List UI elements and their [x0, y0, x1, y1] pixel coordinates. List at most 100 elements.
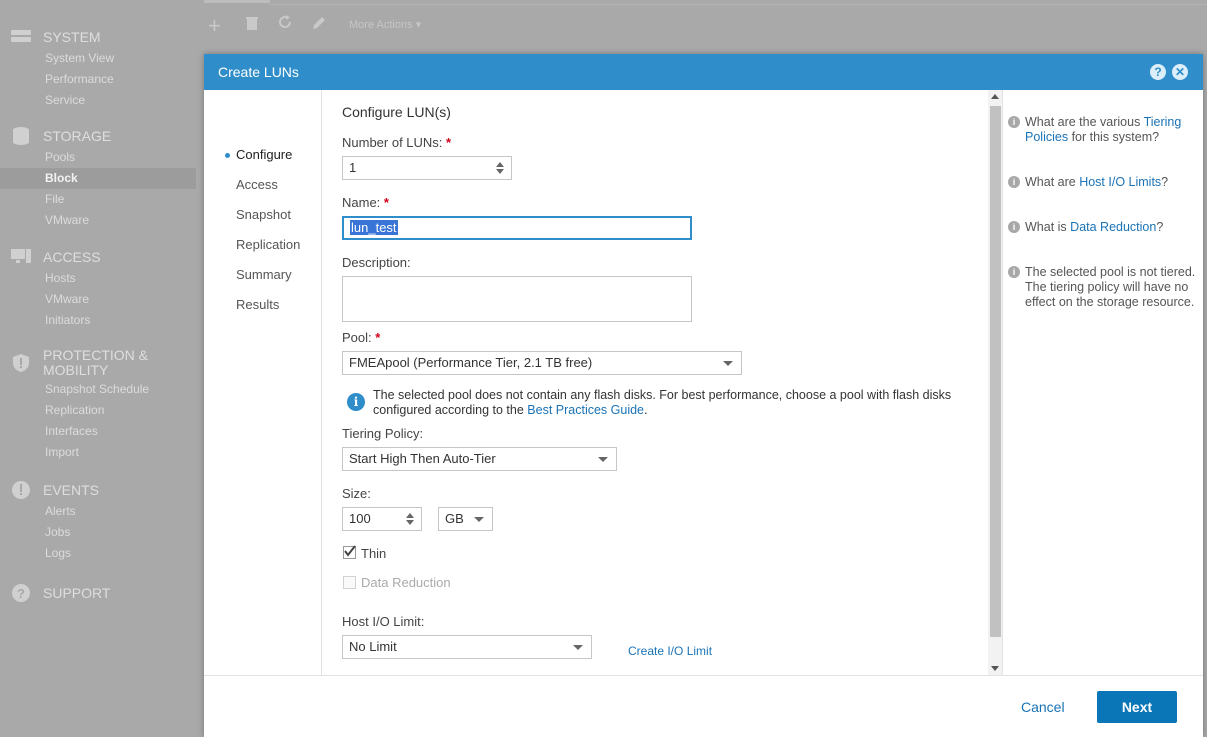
description-textarea[interactable] — [342, 276, 692, 322]
nav-item-logs[interactable]: Logs — [0, 543, 196, 564]
step-configure[interactable]: Configure — [236, 147, 292, 162]
data-reduction-label: Data Reduction — [361, 575, 451, 590]
chevron-down-icon — [573, 645, 583, 650]
tiering-select[interactable]: Start High Then Auto-Tier — [342, 447, 617, 471]
database-icon — [10, 126, 32, 146]
nav-item-vmware-access[interactable]: VMware — [0, 289, 196, 310]
nav-section-support: ? SUPPORT — [0, 582, 196, 604]
nav-section-system: SYSTEM System View Performance Service — [0, 26, 196, 111]
description-label: Description: — [342, 255, 411, 270]
thin-checkbox[interactable] — [343, 545, 356, 559]
step-snapshot[interactable]: Snapshot — [236, 207, 291, 222]
nav-item-interfaces[interactable]: Interfaces — [0, 421, 196, 442]
host-io-limits-link[interactable]: Host I/O Limits — [1079, 175, 1161, 189]
name-label: Name: * — [342, 195, 389, 210]
size-stepper[interactable]: 100 — [342, 507, 422, 531]
step-replication[interactable]: Replication — [236, 237, 300, 252]
refresh-icon[interactable] — [277, 14, 293, 35]
form-scrollbar[interactable] — [988, 90, 1002, 675]
shield-icon — [10, 353, 32, 373]
alert-icon — [10, 480, 32, 500]
pool-label: Pool: * — [342, 330, 381, 345]
nav-item-performance[interactable]: Performance — [0, 69, 196, 90]
required-mark: * — [446, 135, 452, 150]
nav-item-pools[interactable]: Pools — [0, 147, 196, 168]
name-input[interactable]: lun_test — [342, 216, 692, 240]
add-icon[interactable]: + — [208, 13, 221, 39]
nav-section-events: EVENTS Alerts Jobs Logs — [0, 479, 196, 564]
svg-text:?: ? — [17, 586, 25, 601]
nav-item-vmware-storage[interactable]: VMware — [0, 210, 196, 231]
nav-head-protection[interactable]: PROTECTION & MOBILITY — [0, 347, 196, 379]
help-host-io: i What are Host I/O Limits? — [1008, 175, 1197, 190]
best-practices-link[interactable]: Best Practices Guide — [527, 403, 644, 417]
host-io-select[interactable]: No Limit — [342, 635, 592, 659]
stepper-up-icon[interactable] — [406, 513, 414, 518]
edit-icon[interactable] — [312, 14, 326, 35]
chevron-down-icon — [723, 361, 733, 366]
required-mark: * — [383, 195, 389, 210]
create-io-limit-link[interactable]: Create I/O Limit — [628, 644, 712, 658]
thin-label: Thin — [361, 546, 387, 561]
stepper-up-icon[interactable] — [496, 162, 504, 167]
nav-item-system-view[interactable]: System View — [0, 48, 196, 69]
dialog-title: Create LUNs — [218, 64, 299, 80]
nav-section-protection: PROTECTION & MOBILITY Snapshot Schedule … — [0, 347, 196, 463]
chevron-down-icon — [474, 517, 484, 522]
nav-item-block[interactable]: Block — [0, 168, 196, 189]
nav-item-jobs[interactable]: Jobs — [0, 522, 196, 543]
monitor-icon — [10, 247, 32, 267]
nav-item-import[interactable]: Import — [0, 442, 196, 463]
nav-section-access: ACCESS Hosts VMware Initiators — [0, 246, 196, 331]
step-results[interactable]: Results — [236, 297, 279, 312]
scroll-up-icon[interactable] — [991, 94, 999, 99]
num-luns-stepper[interactable]: 1 — [342, 156, 512, 180]
scrollbar-thumb[interactable] — [990, 106, 1001, 637]
dialog-footer: Cancel Next — [204, 675, 1203, 737]
nav-item-alerts[interactable]: Alerts — [0, 501, 196, 522]
toolbar: + More Actions ▾ — [196, 0, 1207, 50]
chevron-down-icon — [598, 457, 608, 462]
toolbar-divider — [270, 4, 1207, 5]
close-icon[interactable]: ✕ — [1172, 64, 1188, 80]
nav-protection-title-1: PROTECTION & — [43, 347, 149, 363]
scroll-down-icon[interactable] — [991, 666, 999, 671]
nav-item-replication[interactable]: Replication — [0, 400, 196, 421]
nav-protection-title-2: MOBILITY — [43, 362, 109, 378]
nav-item-service[interactable]: Service — [0, 90, 196, 111]
nav-item-initiators[interactable]: Initiators — [0, 310, 196, 331]
required-mark: * — [375, 330, 381, 345]
nav-head-support[interactable]: ? SUPPORT — [0, 582, 196, 604]
help-pool-note: i The selected pool is not tiered. The t… — [1008, 265, 1197, 310]
data-reduction-checkbox[interactable] — [343, 576, 356, 589]
nav-head-events[interactable]: EVENTS — [0, 479, 196, 501]
help-panel: i What are the various Tiering Policies … — [1002, 90, 1203, 675]
nav-head-system[interactable]: SYSTEM — [0, 26, 196, 48]
cancel-button[interactable]: Cancel — [1021, 699, 1065, 715]
info-icon: i — [1008, 266, 1020, 278]
nav-item-snapshot-schedule[interactable]: Snapshot Schedule — [0, 379, 196, 400]
pool-select[interactable]: FMEApool (Performance Tier, 2.1 TB free) — [342, 351, 742, 375]
nav-head-access[interactable]: ACCESS — [0, 246, 196, 268]
help-tiering: i What are the various Tiering Policies … — [1008, 115, 1197, 145]
more-actions-menu[interactable]: More Actions ▾ — [349, 18, 421, 31]
data-reduction-link[interactable]: Data Reduction — [1070, 220, 1156, 234]
info-icon: i — [1008, 221, 1020, 233]
step-access[interactable]: Access — [236, 177, 278, 192]
delete-icon[interactable] — [246, 14, 258, 35]
step-summary[interactable]: Summary — [236, 267, 292, 282]
num-luns-label: Number of LUNs: * — [342, 135, 452, 150]
size-label: Size: — [342, 486, 371, 501]
nav-head-storage[interactable]: STORAGE — [0, 125, 196, 147]
size-unit-select[interactable]: GB — [438, 507, 493, 531]
active-step-dot — [225, 153, 230, 158]
nav-item-file[interactable]: File — [0, 189, 196, 210]
nav-item-hosts[interactable]: Hosts — [0, 268, 196, 289]
create-luns-dialog: Create LUNs ? ✕ Configure Access Snapsho… — [204, 54, 1203, 737]
section-title: Configure LUN(s) — [342, 104, 451, 120]
next-button[interactable]: Next — [1097, 691, 1177, 723]
help-icon[interactable]: ? — [1150, 64, 1166, 80]
stepper-down-icon[interactable] — [496, 169, 504, 174]
stepper-down-icon[interactable] — [406, 520, 414, 525]
nav-section-storage: STORAGE Pools Block File VMware — [0, 125, 196, 231]
